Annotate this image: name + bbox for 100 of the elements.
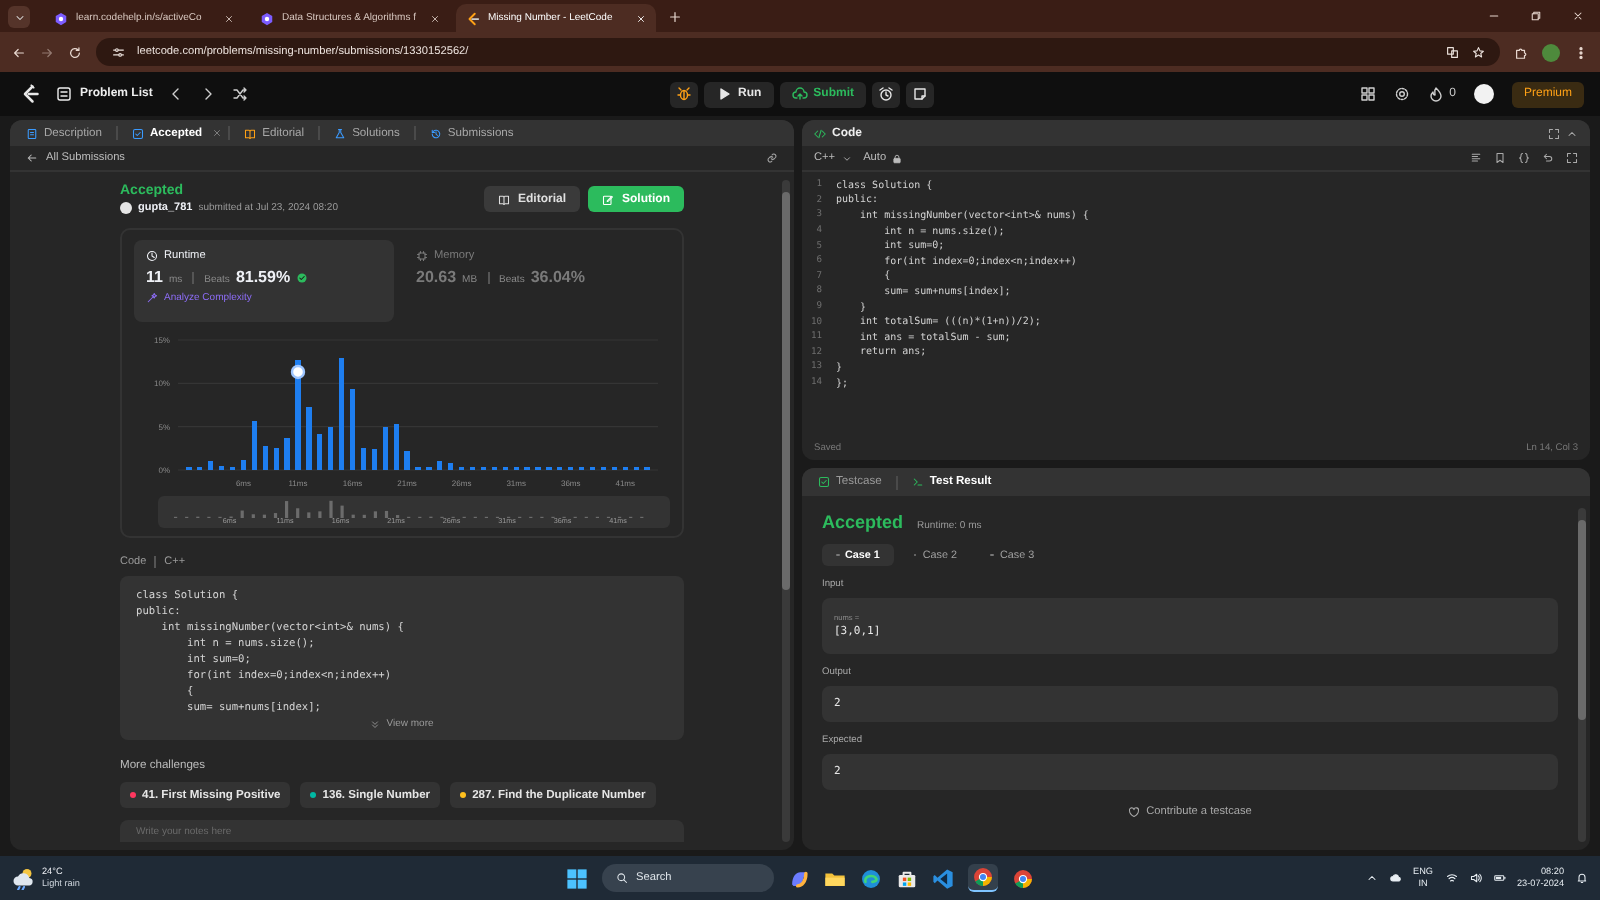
maximize-icon[interactable]	[1548, 127, 1560, 139]
wifi-icon[interactable]	[1445, 872, 1457, 884]
volume-icon[interactable]	[1469, 872, 1481, 884]
bar[interactable]	[219, 465, 225, 470]
search-icon	[616, 872, 628, 884]
new-tab-icon[interactable]	[668, 9, 682, 23]
check-circle-icon	[296, 271, 309, 283]
bar[interactable]	[339, 358, 345, 470]
collapse-icon[interactable]	[1566, 127, 1578, 139]
cloud-icon[interactable]	[1389, 872, 1402, 884]
check-square-icon	[132, 127, 144, 139]
layout-icon[interactable]	[1359, 86, 1376, 102]
browser-icon[interactable]	[1012, 867, 1034, 889]
bar[interactable]	[262, 445, 268, 470]
start-icon[interactable]	[566, 867, 588, 889]
chevron-down-icon	[841, 153, 852, 163]
book-icon	[497, 193, 510, 205]
battery-icon[interactable]	[1493, 872, 1505, 884]
extensions-icon[interactable]	[1514, 45, 1528, 59]
settings-icon[interactable]	[1393, 86, 1410, 102]
lock-icon	[892, 153, 903, 163]
bar[interactable]	[295, 359, 301, 470]
next-icon[interactable]	[200, 86, 217, 102]
bar[interactable]	[284, 437, 290, 470]
notes-button[interactable]	[906, 81, 935, 107]
back-icon[interactable]	[12, 45, 26, 59]
notification-icon[interactable]	[1576, 872, 1588, 884]
history-icon	[429, 127, 442, 139]
timer-button[interactable]	[872, 81, 901, 107]
double-chevron-icon	[370, 719, 381, 729]
bar[interactable]	[349, 389, 356, 470]
bar[interactable]	[360, 448, 367, 470]
close-icon[interactable]	[224, 13, 234, 23]
link-icon[interactable]	[766, 152, 778, 164]
beats-percent: 36.04%	[530, 268, 585, 286]
fire-icon[interactable]	[1427, 86, 1444, 102]
weather-icon[interactable]	[12, 866, 36, 890]
profile-avatar[interactable]	[1542, 43, 1560, 61]
site-info-icon[interactable]	[112, 45, 125, 59]
clock-icon	[146, 250, 158, 262]
browser-icon[interactable]	[972, 866, 994, 888]
user-avatar[interactable]	[1474, 84, 1494, 104]
bug-icon	[676, 86, 692, 102]
site-logo[interactable]	[20, 84, 40, 104]
upload-icon	[791, 86, 808, 102]
bar[interactable]	[273, 448, 279, 470]
debug-button[interactable]	[670, 81, 698, 107]
beats-percent: 81.59%	[235, 268, 291, 286]
bar[interactable]	[382, 426, 388, 470]
favicon-icon	[260, 11, 274, 25]
translate-icon[interactable]	[1446, 45, 1459, 59]
minimize-icon[interactable]	[1488, 10, 1500, 22]
bar[interactable]	[240, 460, 247, 470]
shuffle-icon[interactable]	[232, 86, 249, 102]
edit-icon	[602, 193, 614, 205]
bar[interactable]	[448, 463, 454, 470]
flask-icon	[334, 127, 347, 139]
scrollbar[interactable]	[782, 180, 790, 842]
terminal-icon	[911, 476, 924, 488]
back-arrow-icon	[26, 152, 38, 164]
heart-icon	[1128, 806, 1141, 818]
format-icon[interactable]	[1470, 152, 1482, 164]
chevron-up-icon[interactable]	[1365, 872, 1378, 884]
favicon-icon	[54, 11, 68, 25]
chip-icon	[416, 250, 428, 262]
forward-icon[interactable]	[40, 45, 54, 59]
fullscreen-icon[interactable]	[1566, 152, 1578, 164]
chevron-down-icon	[13, 11, 25, 23]
bookmark-star-icon[interactable]	[1471, 45, 1484, 59]
bar[interactable]	[371, 449, 377, 470]
code-editor-icon[interactable]	[932, 867, 954, 889]
list-icon	[56, 86, 72, 102]
menu-icon[interactable]	[1574, 45, 1588, 59]
bar[interactable]	[208, 461, 214, 470]
check-square-icon	[818, 476, 830, 488]
bar[interactable]	[317, 433, 323, 470]
store-icon[interactable]	[896, 867, 918, 889]
browser-icon[interactable]	[860, 867, 882, 889]
bar[interactable]	[328, 426, 334, 470]
avatar-icon	[120, 202, 132, 214]
stat-value: 11	[146, 268, 163, 286]
book-icon	[244, 127, 257, 139]
your-runtime-marker	[290, 364, 306, 380]
reload-icon[interactable]	[68, 45, 82, 59]
bar[interactable]	[251, 421, 257, 470]
reset-icon[interactable]	[1542, 152, 1554, 164]
stat-value: 20.63	[416, 268, 457, 286]
favicon-icon	[466, 11, 480, 25]
close-icon[interactable]	[430, 13, 440, 23]
braces-icon[interactable]	[1518, 152, 1530, 164]
note-icon	[912, 86, 929, 102]
bookmark-icon[interactable]	[1494, 152, 1506, 164]
restore-icon[interactable]	[1530, 10, 1542, 22]
alarm-clock-icon	[878, 86, 895, 102]
bar[interactable]	[437, 461, 443, 470]
scrollbar[interactable]	[1578, 508, 1586, 842]
bar[interactable]	[404, 450, 410, 470]
copilot-icon[interactable]	[788, 867, 810, 889]
bar[interactable]	[393, 424, 399, 470]
tab-list-button[interactable]	[8, 6, 30, 28]
